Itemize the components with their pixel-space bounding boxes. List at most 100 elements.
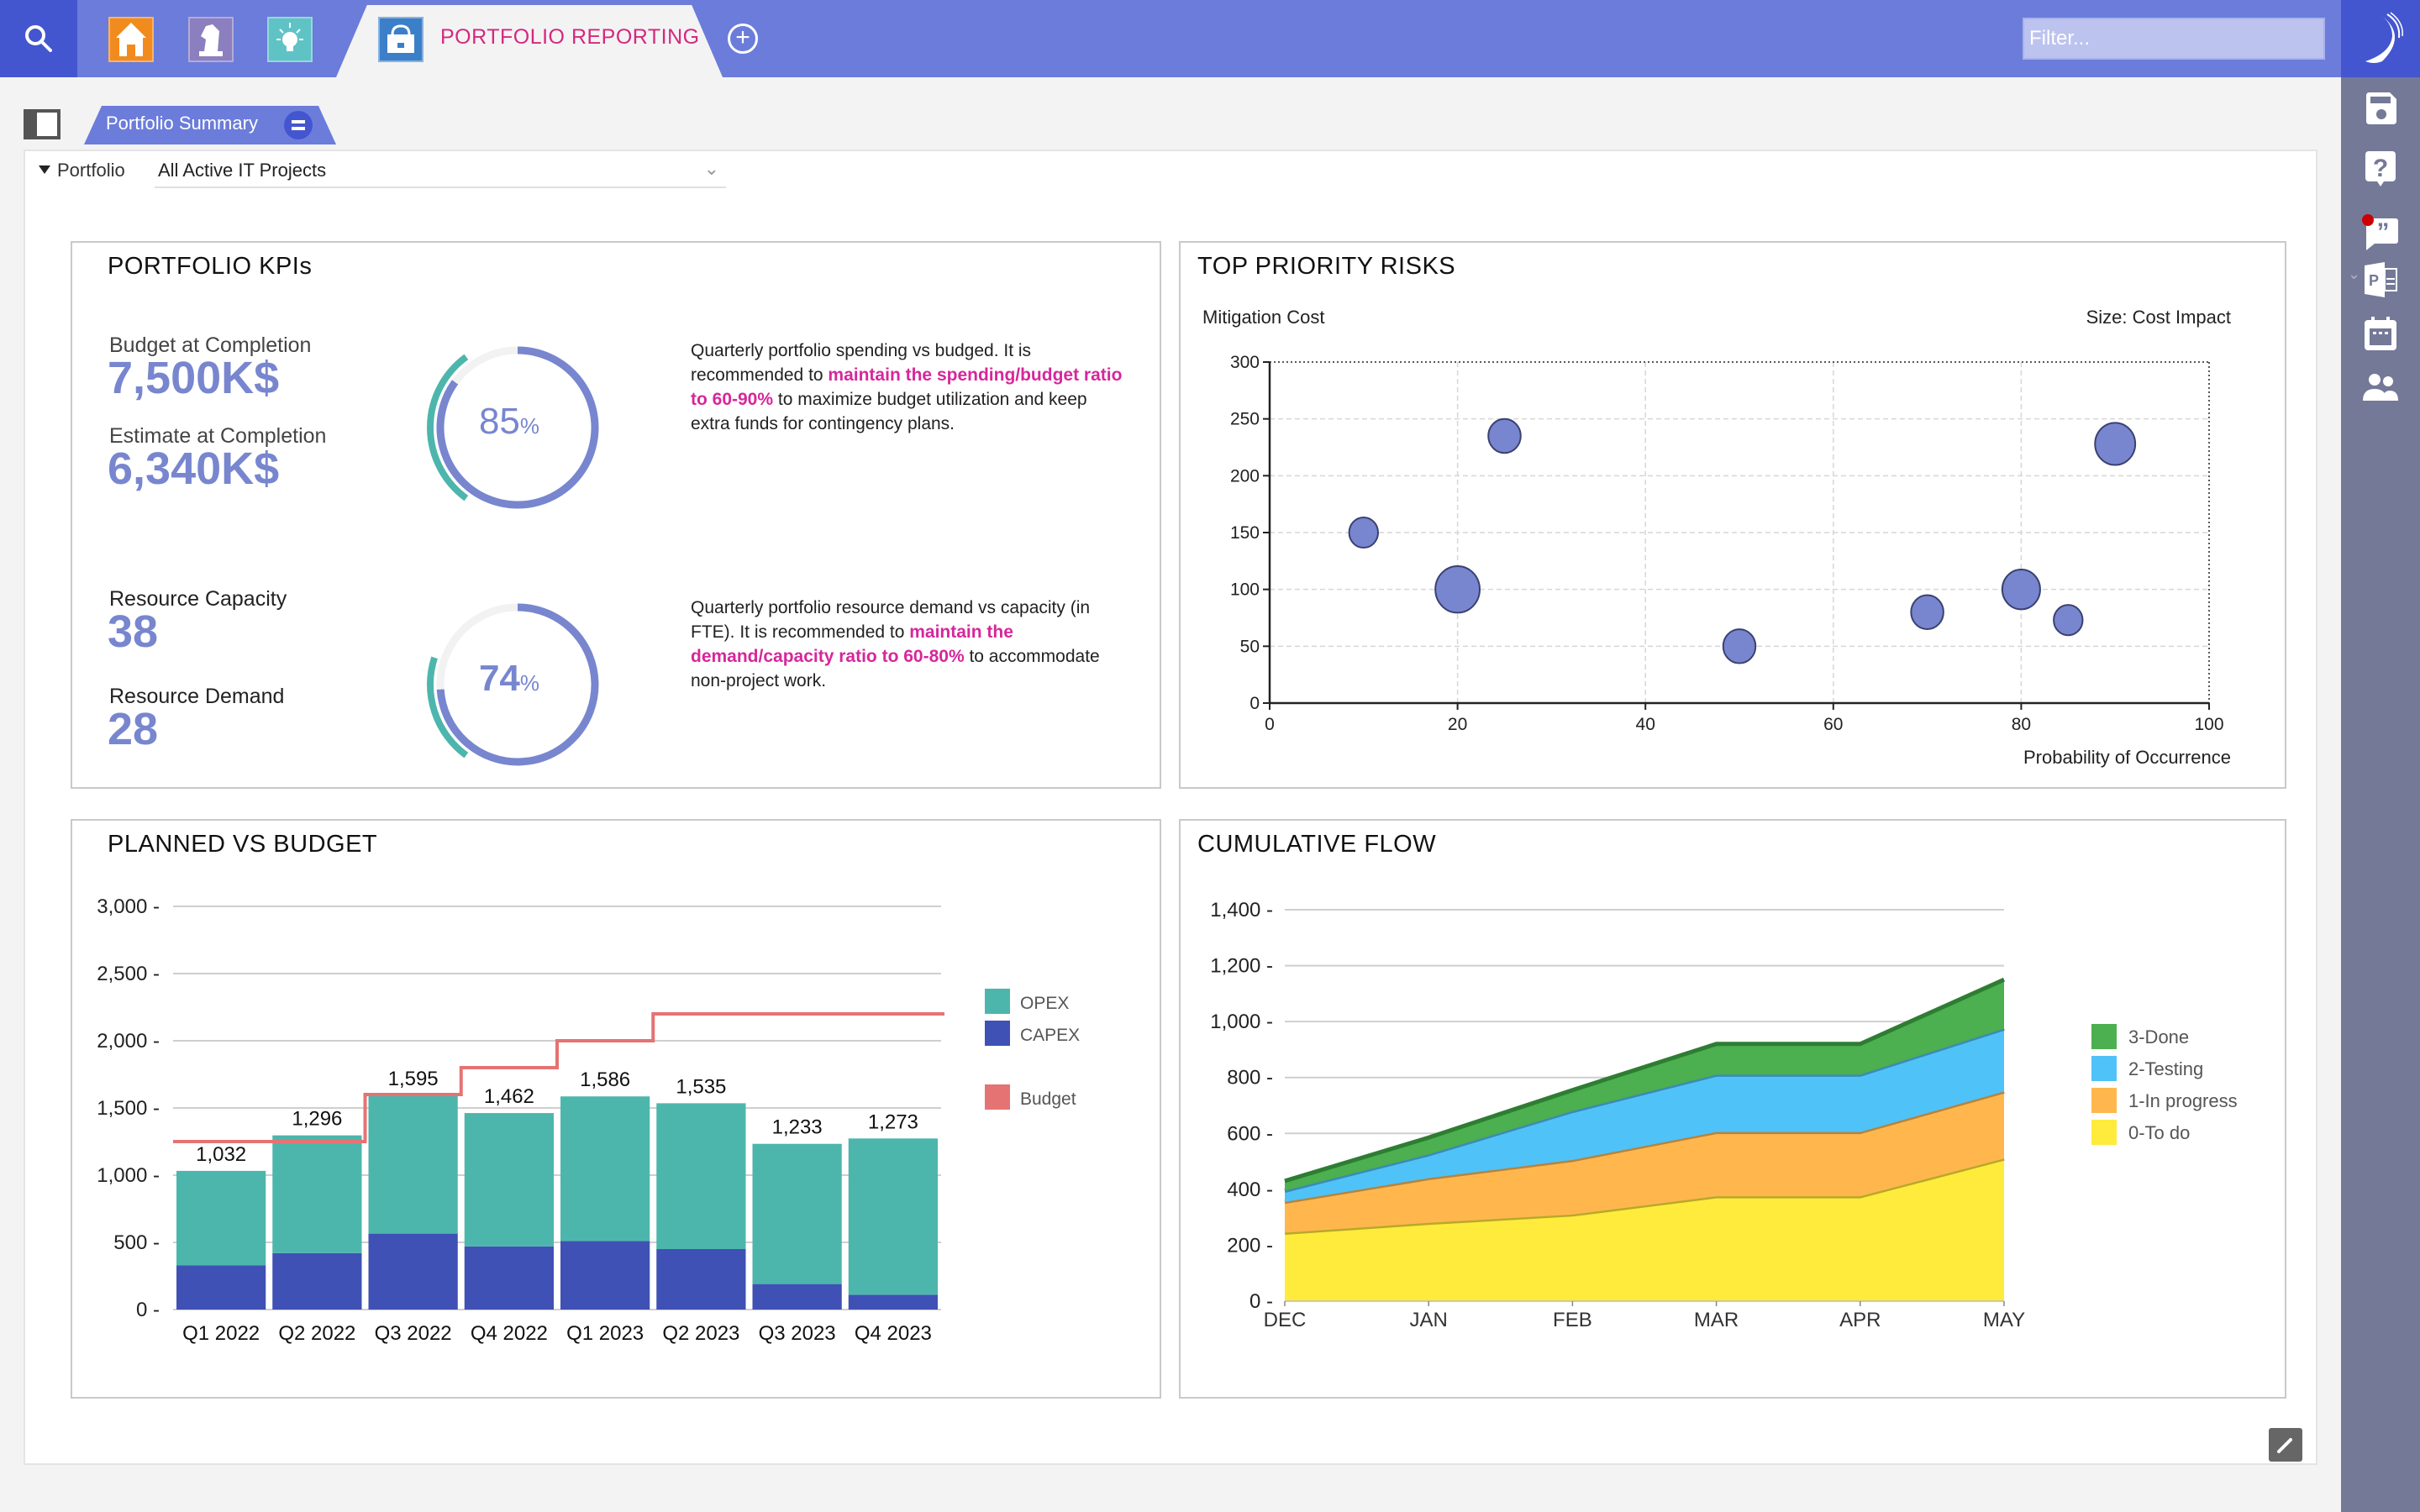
panel-title: CUMULATIVE FLOW [1197, 831, 1437, 858]
bar-opex-q2-2022 [272, 1135, 362, 1253]
bar-capex-q1-2022 [176, 1265, 266, 1310]
bar-capex-q1-2023 [560, 1241, 650, 1310]
x-tick-label: 40 [1636, 715, 1655, 734]
risk-bubble-3 [1487, 417, 1522, 454]
x-tick-label: Q3 2023 [759, 1322, 836, 1345]
app-ideas-button[interactable] [267, 17, 313, 62]
save-button[interactable] [2358, 86, 2403, 131]
risk-bubble-8 [2094, 422, 2137, 466]
y-tick-label: 2,500 - [97, 963, 160, 985]
budget-at-completion-value: 7,500K$ [108, 353, 280, 403]
app-strategy-button[interactable] [188, 17, 234, 62]
svg-text:?: ? [2373, 155, 2388, 182]
x-tick-label: APR [1839, 1309, 1881, 1331]
legend-swatch-2-testing [2091, 1056, 2117, 1081]
y-tick-label: 200 [1230, 466, 1260, 486]
x-tick-label: 100 [2194, 715, 2223, 734]
bar-total-label: 1,586 [580, 1068, 630, 1091]
y-tick-label: 600 - [1227, 1122, 1273, 1145]
quote-bubble-icon: ” [2362, 214, 2398, 250]
help-button[interactable]: ? [2358, 146, 2403, 192]
ms-project-export-button[interactable]: ⌄ P [2348, 257, 2403, 302]
legend-label-opex: OPEX [1020, 994, 1069, 1013]
active-tab-label[interactable]: PORTFOLIO REPORTING [440, 25, 700, 50]
sidebar-toggle-button[interactable] [24, 109, 60, 139]
y-tick-label: 250 [1230, 410, 1260, 429]
legend-label-1-in-progress: 1-In progress [2128, 1090, 2238, 1111]
filter-input[interactable] [2023, 18, 2325, 60]
legend-label-capex: CAPEX [1020, 1026, 1080, 1045]
y-tick-label: 1,200 - [1210, 955, 1273, 978]
app-home-button[interactable] [108, 17, 154, 62]
legend-swatch-opex [985, 989, 1010, 1014]
y-tick-label: 1,500 - [97, 1097, 160, 1120]
svg-text:P: P [2369, 272, 2379, 289]
x-tick-label: Q4 2023 [855, 1322, 932, 1345]
y-tick-label: 800 - [1227, 1067, 1273, 1089]
panel-title: PORTFOLIO KPIs [108, 253, 313, 280]
budget-line [173, 1012, 944, 1143]
budget-ratio-value: 85% [478, 401, 540, 442]
x-tick-label: FEB [1553, 1309, 1592, 1331]
lightbulb-icon [276, 23, 303, 51]
chevron-down-icon: ⌄ [703, 158, 719, 179]
users-icon [2363, 374, 2398, 401]
bar-total-label: 1,032 [196, 1143, 246, 1166]
legend-swatch-0-to-do [2091, 1120, 2117, 1145]
feedback-button[interactable]: ” [2358, 210, 2403, 255]
bar-capex-q3-2023 [752, 1284, 842, 1310]
portfolio-select[interactable]: All Active IT Projects ⌄ [155, 156, 726, 188]
bar-opex-q2-2023 [656, 1103, 746, 1249]
legend-label-budget: Budget [1020, 1089, 1076, 1109]
add-tab-button[interactable]: + [728, 24, 758, 54]
pencil-icon [2277, 1438, 2292, 1453]
y-tick-label: 3,000 - [97, 895, 160, 918]
x-tick-label: Q2 2023 [662, 1322, 739, 1345]
y-tick-label: 100 [1230, 580, 1260, 600]
notification-dot [2362, 214, 2374, 226]
resource-ratio-description: Quarterly portfolio resource demand vs c… [691, 598, 1100, 690]
estimate-at-completion-value: 6,340K$ [108, 444, 280, 494]
legend-swatch-1-in-progress [2091, 1088, 2117, 1113]
budget-ratio-description: Quarterly portfolio spending vs budged. … [691, 341, 1123, 433]
bar-opex-q1-2022 [176, 1170, 266, 1266]
risk-bubble-5 [1910, 594, 1944, 630]
bar-opex-q3-2023 [752, 1143, 842, 1284]
planned-vs-budget-panel: PLANNED VS BUDGET 0 - 500 - 1,000 - 1,500 -… [71, 819, 1161, 1399]
y-tick-label: 150 [1230, 523, 1260, 543]
bar-total-label: 1,233 [772, 1116, 823, 1139]
svg-text:”: ” [2377, 218, 2390, 246]
cumulative-flow-chart: 0 -200 -400 -600 -800 -1,000 -1,200 -1,4… [1210, 899, 2238, 1331]
risk-bubble-2 [1434, 564, 1481, 614]
calendar-button[interactable] [2358, 311, 2403, 356]
bar-capex-q4-2023 [848, 1294, 938, 1310]
crescent-logo-icon [2365, 12, 2403, 63]
legend-label-3-done: 3-Done [2128, 1026, 2189, 1047]
x-tick-label: 60 [1823, 715, 1843, 734]
bar-opex-q3-2022 [368, 1095, 458, 1234]
bar-capex-q3-2022 [368, 1233, 458, 1310]
resource-ratio-value: 74% [478, 658, 540, 699]
tab-menu-button[interactable] [284, 111, 313, 139]
x-tick-label: Q1 2022 [182, 1322, 260, 1345]
users-button[interactable] [2358, 365, 2403, 410]
bar-total-label: 1,595 [388, 1068, 439, 1090]
x-tick-label: Q4 2022 [471, 1322, 548, 1345]
bar-capex-q4-2022 [464, 1246, 554, 1310]
bar-opex-q1-2023 [560, 1096, 650, 1242]
edit-dashboard-button[interactable] [2269, 1428, 2302, 1462]
resource-capacity-value: 38 [108, 606, 159, 657]
x-tick-label: MAY [1983, 1309, 2025, 1331]
y-tick-label: 2,000 - [97, 1030, 160, 1053]
tab-portfolio-summary-label[interactable]: Portfolio Summary [106, 113, 258, 134]
app-logo[interactable] [2341, 0, 2420, 77]
bar-total-label: 1,462 [484, 1085, 534, 1108]
portfolio-select-value: All Active IT Projects [158, 160, 327, 181]
chess-knight-icon [199, 24, 223, 56]
portfolio-filter-label[interactable]: Portfolio [39, 160, 125, 181]
y-axis-label: Mitigation Cost [1202, 307, 1325, 328]
bar-capex-q2-2022 [272, 1252, 362, 1310]
y-tick-label: 1,000 - [1210, 1011, 1273, 1033]
search-button[interactable] [0, 0, 77, 77]
x-tick-label: 0 [1265, 715, 1275, 734]
